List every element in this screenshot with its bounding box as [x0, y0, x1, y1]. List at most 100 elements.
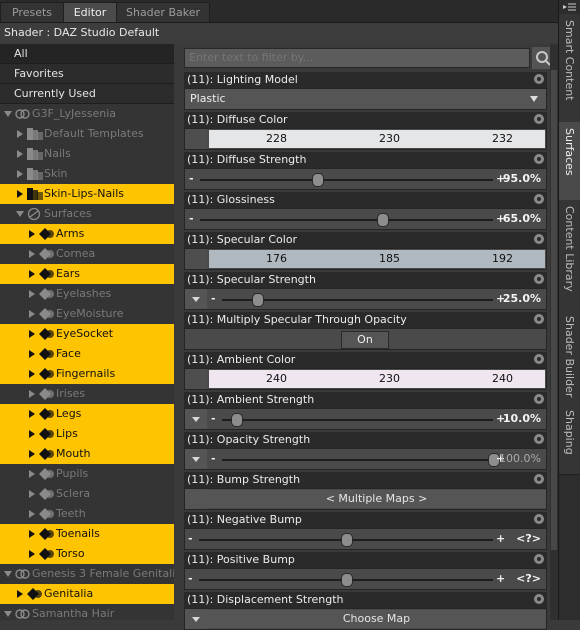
tree-item[interactable]: Face — [0, 344, 174, 364]
gear-icon[interactable] — [534, 434, 544, 444]
slider-track[interactable] — [222, 459, 493, 461]
collapse-arrow-icon[interactable] — [4, 611, 12, 617]
tree-item[interactable]: EyeMoisture — [0, 304, 174, 324]
slider-value[interactable]: 65.0% — [503, 212, 541, 225]
tree-item[interactable]: Genesis 3 Female Genitalia — [0, 564, 174, 584]
expand-arrow-icon[interactable] — [29, 310, 35, 318]
map-dropdown-button[interactable] — [185, 409, 207, 429]
property-control[interactable]: - +25.0% — [184, 288, 547, 310]
property-control[interactable]: 240 230 240 — [184, 368, 547, 390]
map-dropdown-button[interactable] — [185, 289, 207, 309]
color-picker-button[interactable] — [185, 369, 207, 389]
decrement-button[interactable]: - — [189, 172, 194, 185]
tree-item[interactable]: Torso — [0, 544, 174, 564]
side-tab[interactable]: Surfaces — [559, 122, 580, 201]
property-control[interactable]: < Multiple Maps > — [184, 488, 547, 510]
slider-value[interactable]: 25.0% — [503, 292, 541, 305]
property-control[interactable]: On — [184, 328, 547, 350]
tree-item[interactable]: Sclera — [0, 484, 174, 504]
gear-icon[interactable] — [534, 394, 544, 404]
expand-arrow-icon[interactable] — [29, 270, 35, 278]
property-control[interactable]: Plastic — [184, 88, 547, 110]
slider-track[interactable] — [200, 179, 493, 181]
color-picker-button[interactable] — [185, 129, 207, 149]
decrement-button[interactable]: - — [188, 572, 193, 585]
tree-item[interactable]: Legs — [0, 404, 174, 424]
property-control[interactable]: Choose Map — [184, 608, 547, 630]
map-dropdown-button[interactable] — [185, 449, 207, 469]
property-control[interactable]: - +65.0% — [184, 208, 547, 230]
slider-value[interactable]: <?> — [516, 572, 541, 585]
color-value-field[interactable]: 228 230 232 — [209, 130, 545, 148]
gear-icon[interactable] — [534, 554, 544, 564]
tree-item[interactable]: Default Templates — [0, 124, 174, 144]
decrement-button[interactable]: - — [189, 212, 194, 225]
increment-button[interactable]: + — [496, 532, 505, 545]
slider-handle[interactable] — [230, 413, 243, 427]
tree-item[interactable]: Toenails — [0, 524, 174, 544]
expand-arrow-icon[interactable] — [29, 230, 35, 238]
property-control[interactable]: - +10.0% — [184, 408, 547, 430]
tree-item[interactable]: All — [0, 44, 174, 64]
tree-item[interactable]: Fingernails — [0, 364, 174, 384]
gear-icon[interactable] — [534, 154, 544, 164]
color-picker-button[interactable] — [185, 249, 207, 269]
slider-handle[interactable] — [376, 213, 389, 227]
expand-arrow-icon[interactable] — [29, 530, 35, 538]
expand-arrow-icon[interactable] — [17, 170, 23, 178]
expand-arrow-icon[interactable] — [29, 470, 35, 478]
increment-button[interactable]: + — [496, 572, 505, 585]
tree-item[interactable]: Arms — [0, 224, 174, 244]
slider-handle[interactable] — [312, 173, 325, 187]
tree-item[interactable]: Mouth — [0, 444, 174, 464]
decrement-button[interactable]: - — [188, 532, 193, 545]
gear-icon[interactable] — [534, 474, 544, 484]
slider-value[interactable]: 10.0% — [503, 412, 541, 425]
collapse-arrow-icon[interactable] — [4, 571, 12, 577]
tree-item[interactable]: Ears — [0, 264, 174, 284]
slider-handle[interactable] — [341, 533, 353, 547]
expand-arrow-icon[interactable] — [29, 330, 35, 338]
slider-handle[interactable] — [252, 293, 265, 307]
panel-menu-button[interactable] — [559, 0, 580, 15]
decrement-button[interactable]: - — [211, 412, 216, 425]
expand-arrow-icon[interactable] — [29, 290, 35, 298]
tab-shader-baker[interactable]: Shader Baker — [116, 2, 210, 22]
tree-item[interactable]: Favorites — [0, 64, 174, 84]
gear-icon[interactable] — [534, 74, 544, 84]
tree-item[interactable]: Teeth — [0, 504, 174, 524]
tree-item[interactable]: Samantha Hair — [0, 604, 174, 620]
filter-input[interactable] — [184, 48, 530, 68]
slider-value[interactable]: <?> — [516, 532, 541, 545]
decrement-button[interactable]: - — [211, 452, 216, 465]
expand-arrow-icon[interactable] — [29, 370, 35, 378]
collapse-arrow-icon[interactable] — [4, 111, 12, 117]
collapse-arrow-icon[interactable] — [16, 211, 24, 217]
tree-item[interactable]: Lips — [0, 424, 174, 444]
side-tab[interactable]: Smart Content — [559, 14, 580, 123]
tree-item[interactable]: Skin-Lips-Nails — [0, 184, 174, 204]
expand-arrow-icon[interactable] — [17, 150, 23, 158]
gear-icon[interactable] — [534, 234, 544, 244]
tree-item[interactable]: Nails — [0, 144, 174, 164]
expand-arrow-icon[interactable] — [29, 390, 35, 398]
tree-item[interactable]: Skin — [0, 164, 174, 184]
color-value-field[interactable]: 240 230 240 — [209, 370, 545, 388]
expand-arrow-icon[interactable] — [29, 250, 35, 258]
color-value-field[interactable]: 176 185 192 — [209, 250, 545, 268]
expand-arrow-icon[interactable] — [29, 510, 35, 518]
property-control[interactable]: - + <?> — [184, 568, 547, 590]
property-control[interactable]: - +100.0% — [184, 448, 547, 470]
gear-icon[interactable] — [534, 594, 544, 604]
gear-icon[interactable] — [534, 274, 544, 284]
tree-item[interactable]: Eyelashes — [0, 284, 174, 304]
map-button[interactable]: < Multiple Maps > — [207, 490, 546, 508]
slider-handle[interactable] — [341, 573, 353, 587]
tree-item[interactable]: Currently Used — [0, 84, 174, 104]
tree-item[interactable]: Surfaces — [0, 204, 174, 224]
side-tab[interactable]: Content Library — [559, 200, 580, 311]
decrement-button[interactable]: - — [211, 292, 216, 305]
toggle-button[interactable]: On — [341, 331, 389, 349]
gear-icon[interactable] — [534, 114, 544, 124]
tree-item[interactable]: Pupils — [0, 464, 174, 484]
